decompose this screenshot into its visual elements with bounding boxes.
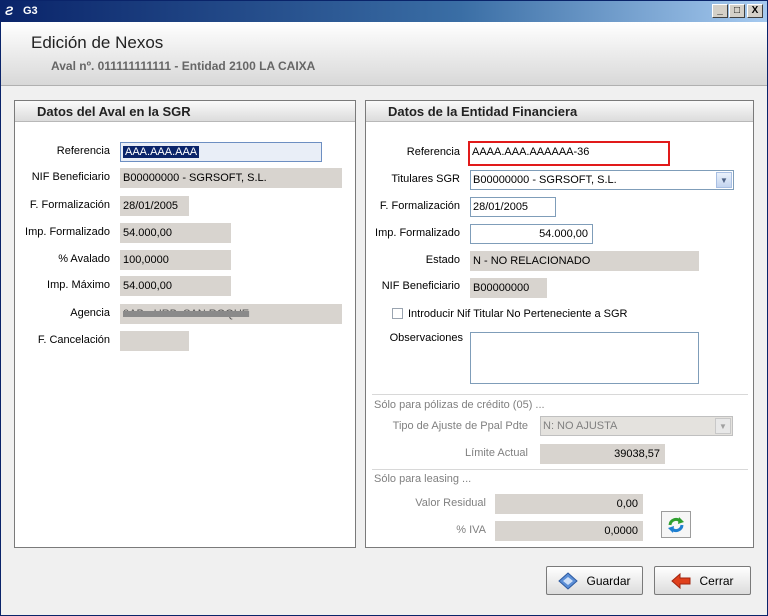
- f-formalizacion-entidad-field[interactable]: 28/01/2005: [470, 197, 556, 217]
- observaciones-textarea[interactable]: [470, 332, 699, 384]
- label-f-formalizacion: F. Formalización: [29, 199, 110, 211]
- imp-maximo-field[interactable]: 54.000,00: [120, 276, 231, 296]
- separator: [372, 469, 748, 470]
- referencia-sgr-field[interactable]: AAA.AAA.AAA: [120, 142, 322, 162]
- label-nif-entidad: NIF Beneficiario: [381, 280, 460, 292]
- agencia-field[interactable]: 0AB • URB. SAN ROQUE: [120, 304, 342, 324]
- label-imp-maximo: Imp. Máximo: [47, 279, 110, 291]
- window-title: G3: [23, 5, 38, 17]
- imp-formalizado-sgr-field[interactable]: 54.000,00: [120, 223, 231, 243]
- nif-beneficiario-sgr-field[interactable]: B00000000 - SGRSOFT, S.L.: [120, 168, 342, 188]
- label-estado: Estado: [425, 254, 460, 266]
- imp-formalizado-entidad-field[interactable]: 54.000,00: [470, 224, 593, 244]
- label-observaciones: Observaciones: [389, 332, 463, 344]
- right-panel-title: Datos de la Entidad Financiera: [366, 101, 753, 122]
- tipo-ajuste-combo[interactable]: N: NO AJUSTA ▼: [540, 416, 733, 436]
- save-icon: [558, 571, 579, 590]
- label-imp-formalizado-entidad: Imp. Formalizado: [375, 227, 460, 239]
- label-valor-residual: Valor Residual: [415, 497, 486, 509]
- leasing-section-label: Sólo para leasing ...: [374, 473, 472, 485]
- combo-arrow-icon[interactable]: ▼: [715, 418, 731, 434]
- close-window-button[interactable]: X: [747, 4, 763, 18]
- f-formalizacion-sgr-field[interactable]: 28/01/2005: [120, 196, 189, 216]
- label-referencia: Referencia: [56, 145, 110, 157]
- estado-field[interactable]: N - NO RELACIONADO: [470, 251, 699, 271]
- maximize-button[interactable]: □: [729, 4, 745, 18]
- minimize-button[interactable]: _: [712, 4, 728, 18]
- right-panel: Datos de la Entidad Financiera Referenci…: [365, 100, 754, 548]
- titulares-value: B00000000 - SGRSOFT, S.L.: [473, 174, 617, 186]
- avalado-field[interactable]: 100,0000: [120, 250, 231, 270]
- limite-actual-field[interactable]: 39038,57: [540, 444, 665, 464]
- page-subtitle: Aval nº. 011111111111 - Entidad 2100 LA …: [51, 59, 316, 73]
- label-nif: NIF Beneficiario: [31, 171, 110, 183]
- credito-section-label: Sólo para pólizas de crédito (05) ...: [374, 399, 545, 411]
- close-label: Cerrar: [699, 573, 734, 588]
- f-cancelacion-field[interactable]: [120, 331, 189, 351]
- refresh-icon: [668, 516, 684, 533]
- label-f-cancelacion: F. Cancelación: [37, 334, 110, 346]
- left-panel: Datos del Aval en la SGR Referencia AAA.…: [14, 100, 356, 548]
- separator: [372, 394, 748, 395]
- tipo-ajuste-value: N: NO AJUSTA: [543, 420, 618, 432]
- label-avalado: % Avalado: [58, 253, 110, 265]
- label-tipo-ajuste: Tipo de Ajuste de Ppal Pdte: [392, 420, 528, 432]
- highlight-box: [468, 141, 670, 166]
- nif-beneficiario-entidad-field[interactable]: B00000000: [470, 278, 547, 298]
- introducir-nif-checkbox[interactable]: [392, 308, 403, 319]
- close-button[interactable]: Cerrar: [654, 566, 751, 595]
- introducir-nif-label: Introducir Nif Titular No Perteneciente …: [408, 308, 628, 320]
- app-logo-icon: Ƨ: [5, 4, 14, 18]
- left-panel-title: Datos del Aval en la SGR: [15, 101, 355, 122]
- combo-arrow-icon[interactable]: ▼: [716, 172, 732, 188]
- label-iva: % IVA: [456, 524, 486, 536]
- save-button[interactable]: Guardar: [546, 566, 643, 595]
- titulares-sgr-combo[interactable]: B00000000 - SGRSOFT, S.L. ▼: [470, 170, 734, 190]
- page-title: Edición de Nexos: [31, 33, 164, 52]
- refresh-button[interactable]: [661, 511, 691, 538]
- label-referencia-entidad: Referencia: [406, 146, 460, 158]
- title-bar: Ƨ G3 _ □ X: [1, 1, 767, 22]
- label-f-formalizacion-entidad: F. Formalización: [379, 200, 460, 212]
- label-titulares: Titulares SGR: [391, 173, 460, 185]
- page-header: Edición de Nexos Aval nº. 011111111111 -…: [1, 22, 767, 86]
- save-label: Guardar: [586, 573, 631, 588]
- close-arrow-icon: [671, 572, 691, 590]
- app-window: Ƨ G3 _ □ X Edición de Nexos Aval nº. 011…: [0, 0, 768, 616]
- label-agencia: Agencia: [70, 307, 110, 319]
- label-limite-actual: Límite Actual: [465, 447, 528, 459]
- valor-residual-field[interactable]: 0,00: [495, 494, 643, 514]
- iva-field[interactable]: 0,0000: [495, 521, 643, 541]
- label-imp-formalizado: Imp. Formalizado: [25, 226, 110, 238]
